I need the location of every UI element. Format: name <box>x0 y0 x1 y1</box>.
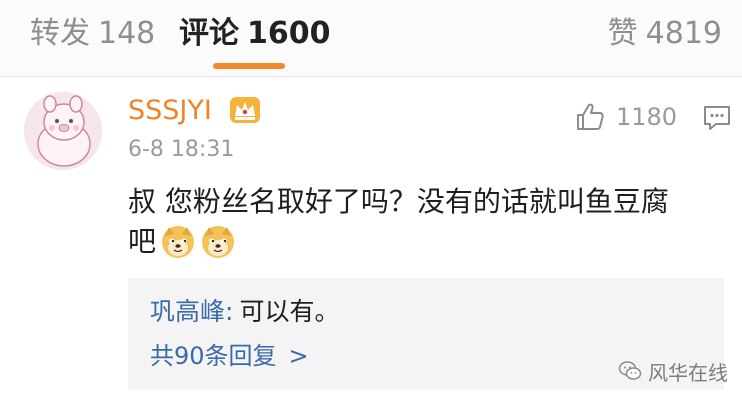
tab-repost[interactable]: 转发 148 <box>30 14 155 54</box>
tab-comments-count: 1600 <box>247 16 331 51</box>
tab-comments-label: 评论 <box>179 16 239 51</box>
like-button[interactable]: 1180 <box>574 100 677 134</box>
comment-screen: 转发 148 评论 1600 赞 4819 SSSJYI 6-8 18:31 1… <box>0 0 742 404</box>
doge-icon <box>162 226 195 258</box>
view-all-replies-link[interactable]: 共90条回复 > <box>150 340 309 372</box>
tab-likes[interactable]: 赞 4819 <box>608 14 722 54</box>
avatar-image <box>24 92 102 170</box>
tab-bar: 转发 148 评论 1600 赞 4819 <box>0 0 742 77</box>
chevron-right-icon: > <box>288 342 309 370</box>
timestamp: 6-8 18:31 <box>128 137 235 162</box>
avatar[interactable] <box>24 92 102 170</box>
thumbs-up-icon <box>577 103 604 130</box>
like-count: 1180 <box>616 103 678 131</box>
view-all-replies-label: 共90条回复 <box>150 342 277 370</box>
comment-text-line2: 吧 <box>128 220 236 264</box>
reply-separator: : <box>225 297 234 326</box>
reply-text: 可以有。 <box>239 297 340 326</box>
watermark: 风华在线 <box>618 358 728 385</box>
tab-repost-count: 148 <box>98 16 156 51</box>
reply-author[interactable]: 巩高峰 <box>150 297 225 326</box>
crown-icon <box>230 97 260 123</box>
tab-likes-label: 赞 <box>607 16 638 51</box>
reply-line: 巩高峰: 可以有。 <box>150 296 339 328</box>
tab-comments[interactable]: 评论 1600 <box>179 14 331 54</box>
username[interactable]: SSSJYI <box>128 94 212 128</box>
watermark-text: 风华在线 <box>648 360 728 385</box>
comment-text: 叔 您粉丝名取好了吗？没有的话就叫鱼豆腐 <box>128 185 669 218</box>
tab-likes-count: 4819 <box>645 16 722 51</box>
comment-text-tail: 吧 <box>128 225 157 258</box>
wechat-icon <box>618 361 642 380</box>
doge-icon <box>202 226 235 258</box>
tab-repost-label: 转发 <box>30 16 90 51</box>
reply-icon[interactable] <box>702 104 732 132</box>
active-tab-indicator <box>213 63 285 69</box>
